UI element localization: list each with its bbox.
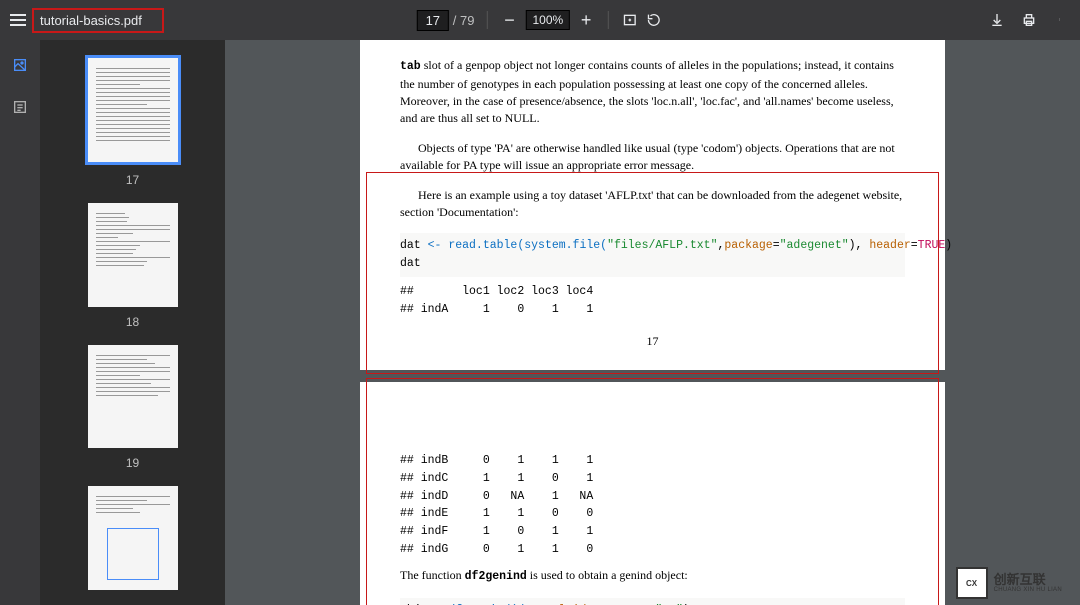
page-indicator: 17 / 79 xyxy=(417,10,475,31)
menu-icon[interactable] xyxy=(10,14,26,26)
code-output: ## indB 0 1 1 1 ## indC 1 1 0 1 ## indD … xyxy=(400,452,905,559)
thumbnail-20[interactable] xyxy=(88,486,178,590)
thumbnail-label-17: 17 xyxy=(126,173,139,187)
filename-highlight: tutorial-basics.pdf xyxy=(32,8,164,33)
watermark-sub: CHUANG XIN HU LIAN xyxy=(994,587,1062,594)
document-viewport[interactable]: tab slot of a genpop object not longer c… xyxy=(225,40,1080,605)
thumbnail-label-19: 19 xyxy=(126,456,139,470)
thumbnail-panel: 17 18 19 xyxy=(40,40,225,605)
thumbnail-19[interactable] xyxy=(88,345,178,449)
thumbnails-icon[interactable] xyxy=(11,56,29,74)
paragraph: Here is an example using a toy dataset '… xyxy=(400,187,905,222)
page-18: ## indB 0 1 1 1 ## indC 1 1 0 1 ## indD … xyxy=(360,382,945,605)
paragraph: tab slot of a genpop object not longer c… xyxy=(400,57,905,128)
page-number-input[interactable]: 17 xyxy=(417,10,449,31)
rotate-icon[interactable] xyxy=(645,11,663,29)
paragraph: Objects of type 'PA' are otherwise handl… xyxy=(400,140,905,175)
page-17: tab slot of a genpop object not longer c… xyxy=(360,40,945,370)
page-number: 17 xyxy=(400,333,905,350)
zoom-value[interactable]: 100% xyxy=(525,10,570,30)
more-icon[interactable] xyxy=(1052,11,1070,29)
page-total: / 79 xyxy=(453,13,475,28)
outline-icon[interactable] xyxy=(11,98,29,116)
filename: tutorial-basics.pdf xyxy=(40,13,142,28)
print-icon[interactable] xyxy=(1020,11,1038,29)
watermark-title: 创新互联 xyxy=(994,573,1062,587)
download-icon[interactable] xyxy=(988,11,1006,29)
fit-to-page-icon[interactable] xyxy=(621,11,639,29)
zoom-in-button[interactable]: + xyxy=(576,10,596,31)
thumbnail-label-18: 18 xyxy=(126,315,139,329)
zoom-out-button[interactable]: − xyxy=(499,10,519,31)
watermark-logo: CX xyxy=(956,567,988,599)
code-block: obj <- df2genind(dat, ploidy=1, type="PA… xyxy=(400,598,905,605)
toolbar: tutorial-basics.pdf 17 / 79 − 100% + xyxy=(0,0,1080,40)
code-block: dat <- read.table(system.file("files/AFL… xyxy=(400,233,905,277)
thumbnail-17[interactable] xyxy=(85,55,181,165)
thumbnail-18[interactable] xyxy=(88,203,178,307)
paragraph: The function df2genind is used to obtain… xyxy=(400,567,905,586)
side-rail xyxy=(0,40,40,605)
watermark: CX 创新互联 CHUANG XIN HU LIAN xyxy=(956,567,1062,599)
code-output: ## loc1 loc2 loc3 loc4 ## indA 1 0 1 1 xyxy=(400,283,905,319)
